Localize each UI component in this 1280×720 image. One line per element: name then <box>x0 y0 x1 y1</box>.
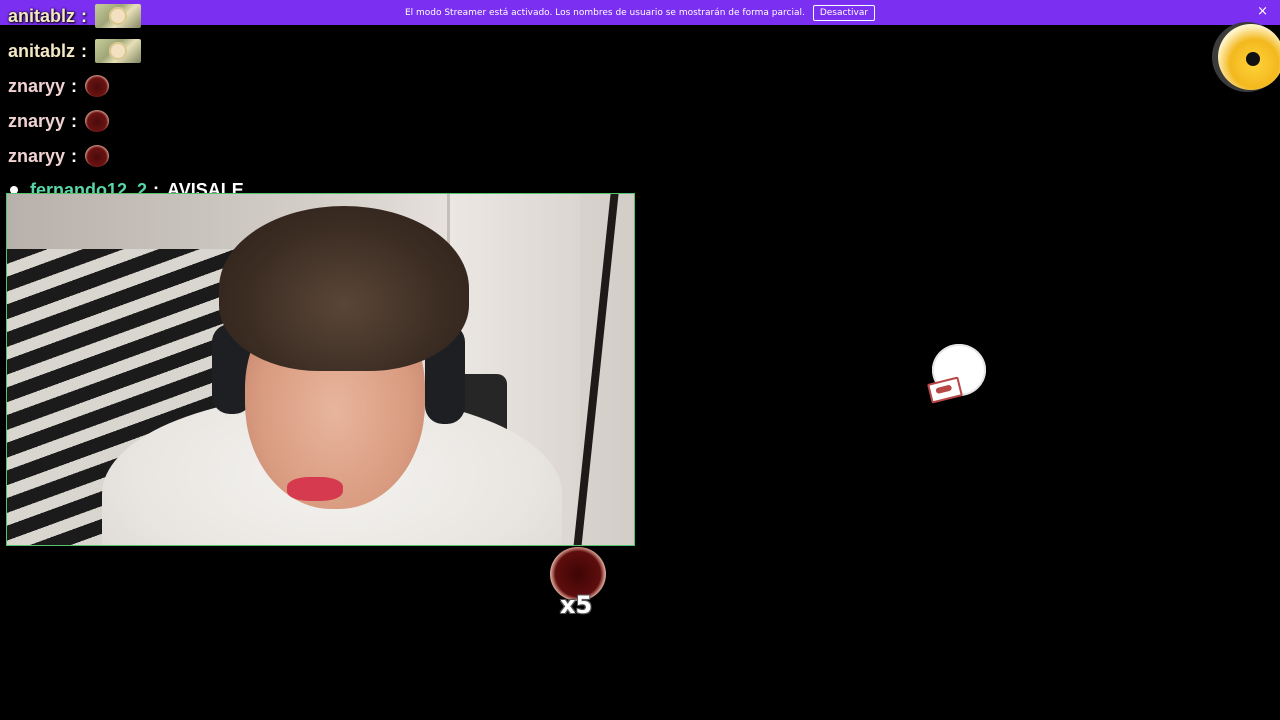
face-thumbnail-emote <box>95 39 142 63</box>
chat-message: anitablz : <box>8 0 142 32</box>
chat-username: anitablz <box>8 5 76 26</box>
streamer-mode-banner: El modo Streamer está activado. Los nomb… <box>0 0 1280 25</box>
chat-message: znaryy : <box>8 105 110 137</box>
streamer-mode-message: El modo Streamer está activado. Los nomb… <box>404 7 805 18</box>
chat-message: znaryy : <box>8 140 110 172</box>
face-thumbnail-emote <box>95 4 142 28</box>
chat-separator: : <box>71 145 78 166</box>
chat-message: anitablz : <box>8 35 142 67</box>
webcam-hair <box>219 206 469 371</box>
channel-avatar[interactable] <box>1212 22 1280 92</box>
chat-separator: : <box>71 75 78 96</box>
chat-message: znaryy : <box>8 70 110 102</box>
blob-emote <box>85 75 110 97</box>
chat-separator: : <box>71 110 78 131</box>
chat-username: anitablz <box>8 40 76 61</box>
deactivate-button[interactable]: Desactivar <box>812 4 876 21</box>
sticker-icon <box>927 376 963 404</box>
close-icon[interactable]: × <box>1257 4 1268 20</box>
chat-username: znaryy <box>8 110 66 131</box>
emote-combo: x5 <box>548 547 608 619</box>
webcam-mouth <box>287 477 343 501</box>
chat-username: znaryy <box>8 145 66 166</box>
chat-separator: : <box>81 40 88 61</box>
chat-username: znaryy <box>8 75 66 96</box>
combo-count: x5 <box>560 591 593 619</box>
blob-emote <box>85 110 110 132</box>
chat-separator: : <box>81 5 88 26</box>
avatar-eye-icon <box>1246 52 1260 66</box>
webcam-feed <box>6 193 635 546</box>
blob-emote <box>85 145 110 167</box>
